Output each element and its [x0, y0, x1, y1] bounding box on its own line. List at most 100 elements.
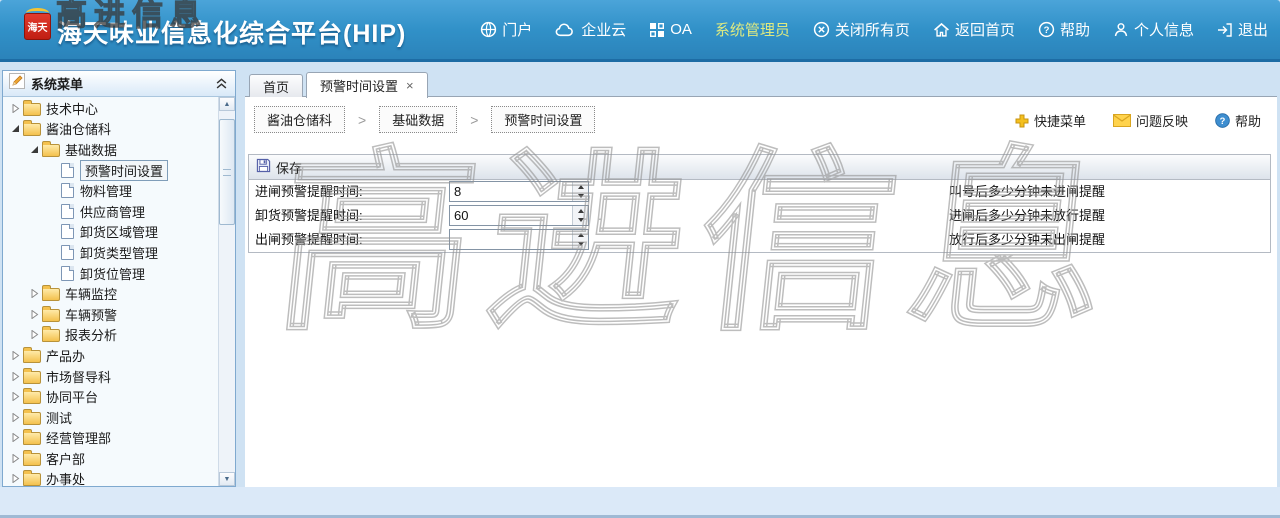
tree-item-label: 物料管理 — [80, 181, 132, 200]
tree-item-label: 市场督导科 — [46, 367, 111, 386]
collapse-sidebar-icon[interactable] — [216, 78, 229, 89]
tree-item[interactable]: 经营管理部 — [3, 428, 219, 449]
spinner-up-icon[interactable] — [573, 182, 588, 192]
globe-icon — [480, 21, 497, 38]
action-feedback[interactable]: 问题反映 — [1113, 111, 1188, 130]
field-input[interactable] — [449, 181, 589, 202]
close-circle-icon — [813, 21, 830, 38]
action-help[interactable]: ?帮助 — [1215, 111, 1261, 130]
breadcrumb-item[interactable]: 基础数据 — [379, 106, 457, 133]
logo-text: 海天 — [28, 19, 48, 34]
sidebar-scrollbar[interactable]: ▲ ▼ — [218, 97, 235, 486]
field-input[interactable] — [449, 229, 589, 250]
folder-icon — [42, 288, 60, 301]
nav-admin[interactable]: 系统管理员 — [715, 19, 790, 40]
action-quick-menu[interactable]: 快捷菜单 — [1015, 111, 1086, 130]
tree-item[interactable]: 预警时间设置 — [3, 160, 219, 181]
scroll-thumb[interactable] — [219, 119, 235, 225]
folder-icon — [23, 350, 41, 363]
nav-cloud-label: 企业云 — [581, 19, 626, 40]
tree-expanded-icon[interactable] — [8, 124, 23, 133]
tree-collapsed-icon[interactable] — [8, 454, 23, 463]
field-input-wrap — [449, 205, 589, 226]
tree-item[interactable]: 基础数据 — [3, 139, 219, 160]
tab-warning-time[interactable]: 预警时间设置× — [306, 72, 428, 98]
nav-profile-label: 个人信息 — [1134, 19, 1194, 40]
tree-collapsed-icon[interactable] — [8, 433, 23, 442]
tree-item[interactable]: 酱油仓储科 — [3, 119, 219, 140]
spinner-up-icon[interactable] — [573, 206, 588, 216]
tree-item[interactable]: 产品办 — [3, 345, 219, 366]
breadcrumb-item[interactable]: 酱油仓储科 — [254, 106, 345, 133]
tree-collapsed-icon[interactable] — [8, 104, 23, 113]
field-hint: 放行后多少分钟未出闸提醒 — [949, 228, 1105, 252]
folder-icon — [23, 412, 41, 425]
tree-item[interactable]: 物料管理 — [3, 180, 219, 201]
tree-item[interactable]: 市场督导科 — [3, 366, 219, 387]
field-label: 出闸预警提醒时间: — [255, 228, 363, 252]
settings-panel: 保存 进闸预警提醒时间:叫号后多少分钟未进闸提醒卸货预警提醒时间:进闸后多少分钟… — [248, 154, 1271, 253]
spinner-up-icon[interactable] — [573, 230, 588, 240]
tree-item[interactable]: 车辆监控 — [3, 283, 219, 304]
nav-home[interactable]: 返回首页 — [933, 19, 1015, 40]
tree-item-label: 协同平台 — [46, 387, 98, 406]
save-button[interactable]: 保存 — [256, 158, 302, 177]
folder-icon — [23, 473, 41, 486]
field-input[interactable] — [449, 205, 589, 226]
spinner-down-icon[interactable] — [573, 216, 588, 226]
tree-item-label: 技术中心 — [46, 99, 98, 118]
tree-collapsed-icon[interactable] — [8, 351, 23, 360]
nav-oa[interactable]: OA — [649, 21, 692, 38]
tree-item[interactable]: 客户部 — [3, 448, 219, 469]
spinner-down-icon[interactable] — [573, 192, 588, 202]
tree-collapsed-icon[interactable] — [8, 474, 23, 483]
tree-item[interactable]: 协同平台 — [3, 386, 219, 407]
question-circle-icon: ? — [1038, 21, 1055, 38]
nav-logout[interactable]: 退出 — [1217, 19, 1268, 40]
nav-profile[interactable]: 个人信息 — [1113, 19, 1194, 40]
status-bar — [0, 487, 1280, 518]
tree-item-label: 预警时间设置 — [80, 160, 168, 181]
nav-portal[interactable]: 门户 — [480, 19, 532, 40]
tree-collapsed-icon[interactable] — [8, 372, 23, 381]
breadcrumb-item[interactable]: 预警时间设置 — [491, 106, 595, 133]
tree-item[interactable]: 测试 — [3, 407, 219, 428]
tree-expanded-icon[interactable] — [27, 145, 42, 154]
field-hint: 叫号后多少分钟未进闸提醒 — [949, 180, 1105, 204]
nav-help[interactable]: ?帮助 — [1038, 19, 1090, 40]
form-row: 进闸预警提醒时间:叫号后多少分钟未进闸提醒 — [249, 180, 1270, 204]
tree-item[interactable]: 卸货类型管理 — [3, 242, 219, 263]
scroll-grip — [223, 169, 231, 176]
field-hint: 进闸后多少分钟未放行提醒 — [949, 204, 1105, 228]
scroll-up-icon[interactable]: ▲ — [219, 97, 235, 111]
tab-home[interactable]: 首页 — [249, 74, 303, 97]
tree-item[interactable]: 技术中心 — [3, 98, 219, 119]
help-circle-icon: ? — [1215, 113, 1230, 128]
folder-icon — [23, 391, 41, 404]
tree-collapsed-icon[interactable] — [27, 310, 42, 319]
nav-cloud[interactable]: 企业云 — [555, 19, 626, 40]
tree-item[interactable]: 卸货位管理 — [3, 263, 219, 284]
tree-item[interactable]: 报表分析 — [3, 325, 219, 346]
scroll-down-icon[interactable]: ▼ — [219, 472, 235, 486]
breadcrumb-separator: > — [358, 112, 366, 128]
tree-item[interactable]: 办事处 — [3, 469, 219, 486]
tree-item[interactable]: 卸货区域管理 — [3, 222, 219, 243]
folder-icon — [23, 123, 41, 136]
folder-icon — [23, 103, 41, 116]
tree-collapsed-icon[interactable] — [27, 289, 42, 298]
nav-close-all[interactable]: 关闭所有页 — [813, 19, 910, 40]
tab-close-icon[interactable]: × — [406, 79, 414, 92]
mail-icon — [1113, 114, 1131, 127]
tree-collapsed-icon[interactable] — [27, 330, 42, 339]
tree-item-label: 供应商管理 — [80, 202, 145, 221]
nav-close-all-label: 关闭所有页 — [835, 19, 910, 40]
tree-collapsed-icon[interactable] — [8, 392, 23, 401]
folder-icon — [23, 453, 41, 466]
tree-collapsed-icon[interactable] — [8, 413, 23, 422]
tree-item[interactable]: 车辆预警 — [3, 304, 219, 325]
app-title: 海天味业信息化综合平台(HIP) — [57, 14, 406, 50]
action-quick-menu-label: 快捷菜单 — [1034, 111, 1086, 130]
spinner-down-icon[interactable] — [573, 240, 588, 250]
tree-item[interactable]: 供应商管理 — [3, 201, 219, 222]
